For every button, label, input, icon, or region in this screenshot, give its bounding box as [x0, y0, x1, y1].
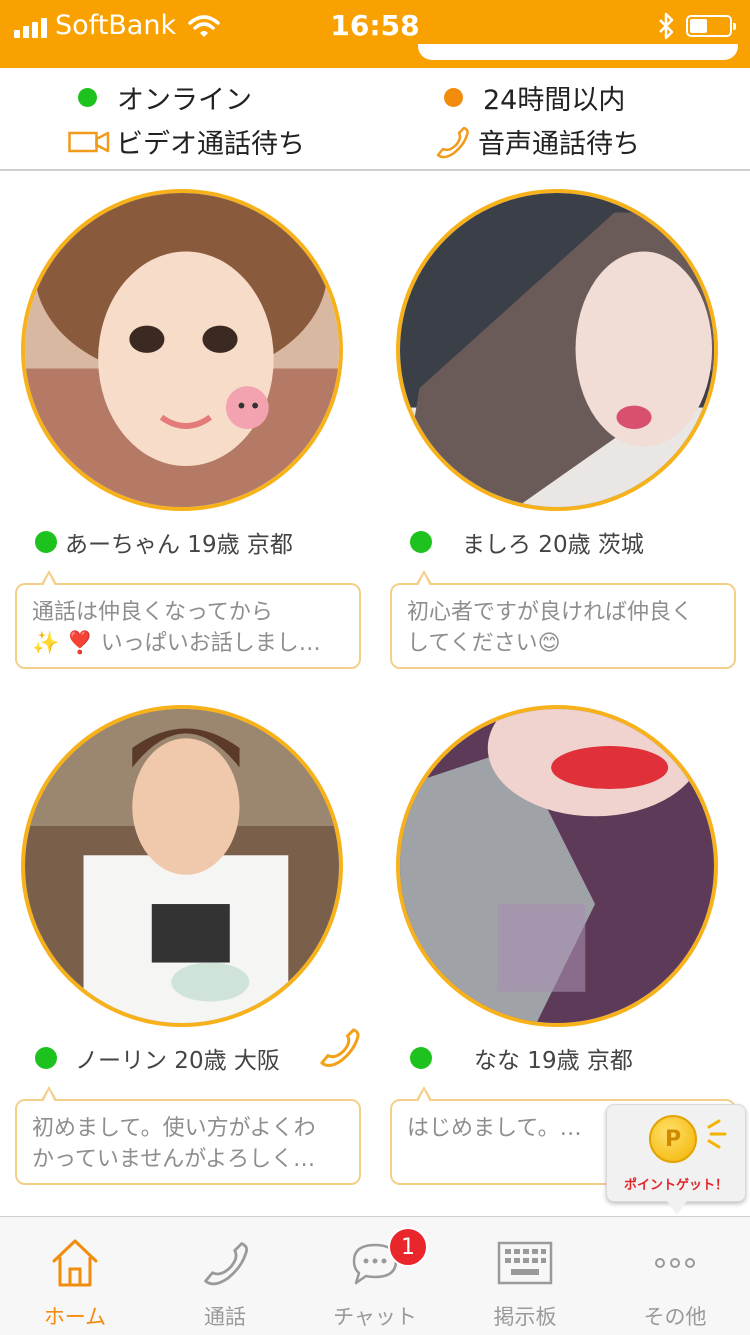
online-dot-icon — [35, 531, 57, 553]
coin-icon: P — [649, 1115, 697, 1163]
online-dot-icon — [35, 1047, 57, 1069]
tab-label: その他 — [643, 1305, 707, 1329]
message-line: 通話は仲良くなってから — [32, 600, 273, 625]
online-dot-icon — [410, 1047, 432, 1069]
status-bar: SoftBank 16:58 — [0, 0, 750, 68]
message-line: 初めまして。使い方がよくわ — [32, 1116, 316, 1141]
avatar[interactable] — [21, 189, 343, 511]
avatar[interactable] — [396, 189, 718, 511]
status-time: 16:58 — [330, 9, 420, 42]
sparkle-icon — [707, 1119, 727, 1149]
chat-unread-badge: 1 — [388, 1227, 428, 1267]
bluetooth-icon — [659, 12, 674, 40]
recent-dot-icon — [444, 88, 463, 107]
profile-message: 初めまして。使い方がよくわ かっていませんがよろしく… — [15, 1086, 361, 1185]
tab-label: ホーム — [43, 1305, 107, 1329]
legend-voice: 音声通話待ち — [434, 122, 640, 161]
profile-name: ノーリン 20歳 大阪 — [75, 1048, 280, 1074]
tab-board[interactable]: 掲示板 — [450, 1217, 600, 1335]
profile-name-row: なな 19歳 京都 — [410, 1041, 633, 1075]
profile-photo — [400, 193, 714, 507]
point-get-button[interactable]: P ポイントゲット！ — [606, 1104, 746, 1215]
tab-label: 通話 — [204, 1305, 246, 1329]
profile-photo — [25, 709, 339, 1023]
legend-24h-label: 24時間以内 — [483, 85, 626, 116]
tab-chat[interactable]: チャット — [300, 1217, 450, 1335]
message-line: かっていませんがよろしく… — [32, 1147, 316, 1172]
online-dot-icon — [78, 88, 97, 107]
online-dot-icon — [410, 531, 432, 553]
battery-level — [690, 19, 707, 33]
voice-call-icon — [320, 1028, 360, 1067]
home-icon — [52, 1239, 98, 1287]
profile-name-row: ましろ 20歳 茨城 — [410, 525, 644, 559]
profile-message: 通話は仲良くなってから ✨ ❣️ いっぱいお話しまし… — [15, 570, 361, 669]
legend-online: オンライン — [78, 78, 252, 117]
tab-call[interactable]: 通話 — [150, 1217, 300, 1335]
legend-24h: 24時間以内 — [444, 78, 625, 117]
coin-letter: P — [664, 1126, 682, 1152]
legend: オンライン 24時間以内 ビデオ通話待ち 音声通話待ち — [0, 68, 750, 171]
profile-name: ましろ 20歳 茨城 — [462, 532, 644, 558]
status-right — [658, 12, 736, 40]
tab-label: チャット — [333, 1305, 417, 1329]
legend-online-label: オンライン — [117, 85, 252, 116]
keyboard-icon — [497, 1241, 553, 1285]
profile-photo — [25, 193, 339, 507]
profile-name-row: ノーリン 20歳 大阪 — [35, 1041, 280, 1075]
point-get-label: ポイントゲット！ — [623, 1178, 728, 1193]
profile-photo — [400, 709, 714, 1023]
profile-name: なな 19歳 京都 — [474, 1048, 633, 1074]
legend-video-label: ビデオ通話待ち — [116, 129, 305, 160]
avatar[interactable] — [396, 705, 718, 1027]
header-pill — [418, 44, 738, 60]
tab-bar: ホーム 通話 チャット 1 掲示板 その他 — [0, 1216, 750, 1335]
message-line: してください😊 — [407, 631, 561, 656]
phone-icon — [436, 126, 469, 158]
legend-video: ビデオ通話待ち — [68, 122, 305, 161]
tab-label: 掲示板 — [493, 1305, 557, 1329]
tab-home[interactable]: ホーム — [0, 1217, 150, 1335]
profile-name: あーちゃん 19歳 京都 — [65, 532, 293, 558]
battery-icon — [686, 15, 736, 37]
phone-icon — [204, 1242, 249, 1286]
profile-message: 初心者ですが良ければ仲良く してください😊 — [390, 570, 736, 669]
message-line: 初心者ですが良ければ仲良く — [407, 600, 694, 625]
legend-voice-label: 音声通話待ち — [478, 129, 640, 160]
video-camera-icon — [68, 131, 110, 152]
profile-name-row: あーちゃん 19歳 京都 — [35, 525, 293, 559]
more-icon — [655, 1258, 695, 1268]
message-line: ✨ ❣️ いっぱいお話しまし… — [32, 631, 321, 656]
tab-more[interactable]: その他 — [600, 1217, 750, 1335]
avatar[interactable] — [21, 705, 343, 1027]
